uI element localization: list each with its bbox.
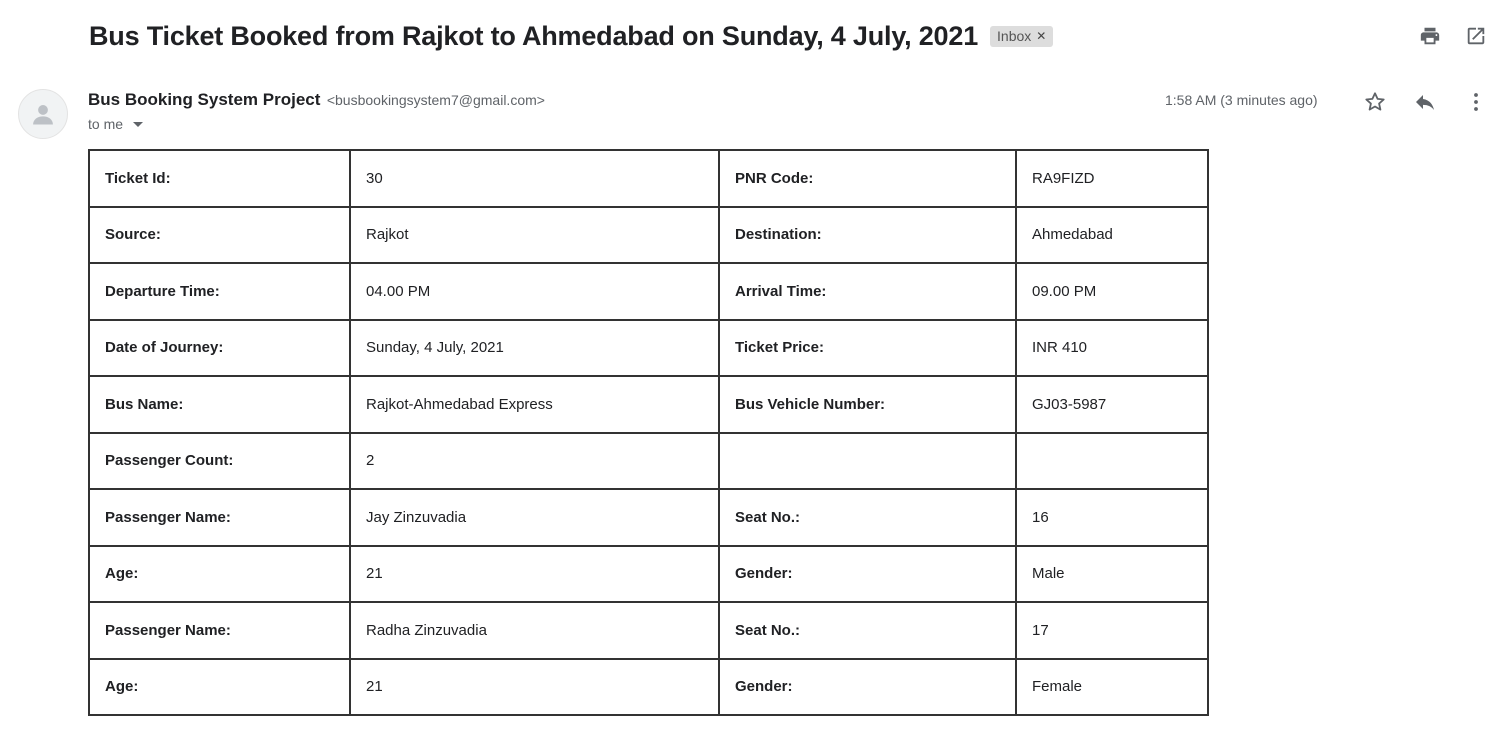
field-value: RA9FIZD: [1015, 149, 1209, 208]
table-row: Date of Journey: Sunday, 4 July, 2021 Tick…: [88, 318, 1209, 377]
field-value: 09.00 PM: [1015, 262, 1209, 321]
field-value: Rajkot: [349, 205, 720, 264]
field-label: Age:: [88, 544, 351, 603]
field-label: Passenger Name:: [88, 488, 351, 547]
show-details-chevron-down-icon[interactable]: [133, 121, 144, 127]
field-value: Rajkot-Ahmedabad Express: [349, 375, 720, 434]
table-row: Passenger Name: Jay Zinzuvadia Seat No.: 16: [88, 488, 1209, 547]
field-label: PNR Code:: [718, 149, 1017, 208]
field-value: 16: [1015, 488, 1209, 547]
field-value: Female: [1015, 657, 1209, 716]
field-label: Ticket Id:: [88, 149, 351, 208]
ticket-details-table: Ticket Id: 30 PNR Code: RA9FIZD Source: Rajko…: [88, 149, 1209, 716]
field-value: INR 410: [1015, 318, 1209, 377]
field-value: Male: [1015, 544, 1209, 603]
field-value: Jay Zinzuvadia: [349, 488, 720, 547]
table-row: Passenger Count: 2: [88, 431, 1209, 490]
field-label: Ticket Price:: [718, 318, 1017, 377]
field-value: 17: [1015, 601, 1209, 660]
field-label: Passenger Name:: [88, 601, 351, 660]
label-chip-text: Inbox: [997, 27, 1032, 44]
inbox-label-chip[interactable]: Inbox ✕: [990, 25, 1054, 47]
table-row: Passenger Name: Radha Zinzuvadia Seat No.:…: [88, 601, 1209, 660]
reply-icon[interactable]: [1412, 89, 1438, 115]
field-value: 30: [349, 149, 720, 208]
table-row: Source: Rajkot Destination: Ahmedabad: [88, 205, 1209, 264]
email-subject-row: Bus Ticket Booked from Rajkot to Ahmedab…: [89, 19, 1054, 53]
table-row: Departure Time: 04.00 PM Arrival Time: 09.0…: [88, 262, 1209, 321]
field-value: Sunday, 4 July, 2021: [349, 318, 720, 377]
field-value: Ahmedabad: [1015, 205, 1209, 264]
remove-label-icon[interactable]: ✕: [1036, 26, 1046, 47]
recipient-text: to me: [88, 116, 124, 132]
field-label: Gender:: [718, 544, 1017, 603]
field-value: GJ03-5987: [1015, 375, 1209, 434]
field-label: Departure Time:: [88, 262, 351, 321]
field-label: Seat No.:: [718, 601, 1017, 660]
field-value: 21: [349, 657, 720, 716]
table-row: Ticket Id: 30 PNR Code: RA9FIZD: [88, 149, 1209, 208]
email-timestamp: 1:58 AM (3 minutes ago): [1165, 92, 1318, 108]
field-label: Gender:: [718, 657, 1017, 716]
thread-actions: [1419, 25, 1487, 47]
field-label: Seat No.:: [718, 488, 1017, 547]
email-subject: Bus Ticket Booked from Rajkot to Ahmedab…: [89, 21, 979, 51]
field-label: Destination:: [718, 205, 1017, 264]
more-vert-icon[interactable]: [1463, 89, 1489, 115]
default-avatar-icon: [33, 105, 53, 125]
sender-name[interactable]: Bus Booking System Project: [88, 90, 320, 109]
field-value: Radha Zinzuvadia: [349, 601, 720, 660]
table-row: Bus Name: Rajkot-Ahmedabad Express Bus Veh…: [88, 375, 1209, 434]
star-icon[interactable]: [1362, 89, 1388, 115]
field-label: Arrival Time:: [718, 262, 1017, 321]
table-row: Age: 21 Gender: Female: [88, 657, 1209, 716]
field-value: 21: [349, 544, 720, 603]
recipient-line: to me: [88, 116, 545, 132]
field-label: Bus Name:: [88, 375, 351, 434]
table-row: Age: 21 Gender: Male: [88, 544, 1209, 603]
field-label: Bus Vehicle Number:: [718, 375, 1017, 434]
field-label: Passenger Count:: [88, 431, 351, 490]
field-label: Date of Journey:: [88, 318, 351, 377]
field-label: Source:: [88, 205, 351, 264]
field-value: 04.00 PM: [349, 262, 720, 321]
sender-avatar[interactable]: [18, 89, 68, 139]
field-value: [1015, 431, 1209, 490]
message-actions: [1362, 89, 1489, 115]
sender-block: Bus Booking System Project <busbookingsy…: [88, 90, 545, 132]
field-label: [718, 431, 1017, 490]
field-value: 2: [349, 431, 720, 490]
field-label: Age:: [88, 657, 351, 716]
open-in-new-window-icon[interactable]: [1465, 25, 1487, 47]
sender-email: <busbookingsystem7@gmail.com>: [326, 92, 545, 108]
print-icon[interactable]: [1419, 25, 1441, 47]
email-view: Bus Ticket Booked from Rajkot to Ahmedab…: [0, 0, 1509, 755]
